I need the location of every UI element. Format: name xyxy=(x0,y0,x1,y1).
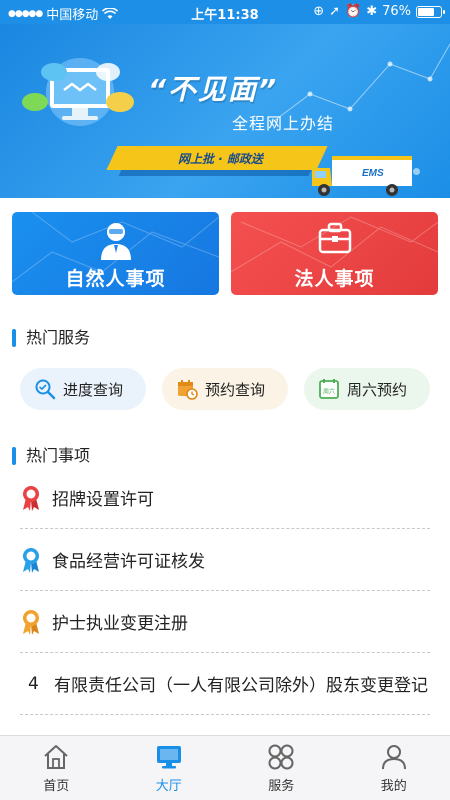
natural-person-card[interactable]: 自然人事项 xyxy=(12,212,219,295)
carousel-dot[interactable] xyxy=(400,168,407,175)
bluetooth-icon: ✱ xyxy=(366,4,378,19)
banner-headline: “不见面” xyxy=(148,73,279,106)
appointment-query-button[interactable]: 预约查询 xyxy=(162,368,288,410)
tab-mine-label: 我的 xyxy=(380,779,407,794)
hot-item-row[interactable]: 食品经营许可证核发 xyxy=(20,529,430,591)
progress-search-icon xyxy=(35,379,56,400)
saturday-calendar-icon: 周六 xyxy=(319,379,339,399)
alarm-icon: ⏰ xyxy=(345,4,362,19)
legal-entity-label: 法人事项 xyxy=(294,268,375,290)
progress-query-button[interactable]: 进度查询 xyxy=(20,368,146,410)
battery-fill xyxy=(418,7,434,16)
status-bar: ●●●●● 中国移动 上午11:38 ⊕ ➚ ⏰ ✱ 76% xyxy=(0,0,450,24)
tab-hall[interactable]: 大厅 xyxy=(113,736,226,800)
promo-banner[interactable]: “不见面” 全程网上办结 网上批 · 邮政送 EMS xyxy=(0,24,450,198)
location-icon: ➚ xyxy=(329,4,340,19)
hot-item-label: 有限责任公司（一人有限公司除外）股东变更登记 xyxy=(54,676,428,696)
status-bar-right: ⊕ ➚ ⏰ ✱ 76% xyxy=(313,4,445,19)
banner-subline: 全程网上办结 xyxy=(232,114,335,133)
progress-query-label: 进度查询 xyxy=(63,380,124,399)
carousel-indicator xyxy=(400,168,420,175)
user-icon xyxy=(381,745,406,770)
person-icon xyxy=(100,223,131,260)
hot-item-label: 护士执业变更注册 xyxy=(52,614,188,634)
tab-bar: 首页 大厅 服务 我的 xyxy=(0,735,450,800)
briefcase-icon xyxy=(318,222,351,254)
hot-item-rank: 4 xyxy=(28,673,39,694)
banner-ribbon-text: 网上批 · 邮政送 xyxy=(178,152,263,166)
saturday-appointment-label: 周六预约 xyxy=(347,380,408,399)
monitor-icon xyxy=(156,746,181,769)
battery-icon xyxy=(416,5,445,18)
tab-home-label: 首页 xyxy=(43,779,70,794)
saturday-appointment-button[interactable]: 周六 周六预约 xyxy=(304,368,430,410)
legal-entity-card[interactable]: 法人事项 xyxy=(231,212,438,295)
tab-services-label: 服务 xyxy=(268,779,295,794)
orange-award-icon xyxy=(23,609,39,635)
blue-award-icon xyxy=(23,547,39,573)
delivery-truck-icon: EMS xyxy=(312,156,412,196)
banner-ribbon-shadow xyxy=(118,170,312,176)
tab-mine[interactable]: 我的 xyxy=(338,736,450,800)
natural-person-label: 自然人事项 xyxy=(65,268,166,290)
home-icon xyxy=(44,745,68,769)
hot-item-row[interactable]: 招牌设置许可 xyxy=(20,467,430,529)
orientation-lock-icon: ⊕ xyxy=(313,4,325,19)
carousel-dot[interactable] xyxy=(413,168,420,175)
grid-icon xyxy=(268,744,294,770)
hot-item-row[interactable]: 4 有限责任公司（一人有限公司除外）股东变更登记 xyxy=(20,653,430,715)
hot-services-title: 热门服务 xyxy=(12,327,90,349)
truck-ems-label: EMS xyxy=(362,168,384,179)
hot-item-label: 食品经营许可证核发 xyxy=(52,552,205,572)
online-service-illustration xyxy=(22,58,134,126)
hot-item-label: 招牌设置许可 xyxy=(52,490,154,510)
appointment-query-label: 预约查询 xyxy=(205,380,266,399)
hot-item-row[interactable]: 护士执业变更注册 xyxy=(20,591,430,653)
tab-hall-label: 大厅 xyxy=(155,779,182,794)
calendar-clock-icon xyxy=(178,380,198,400)
saturday-calendar-text: 周六 xyxy=(323,388,335,396)
battery-percent: 76% xyxy=(382,4,411,19)
hot-items-title: 热门事项 xyxy=(12,445,90,467)
tab-services[interactable]: 服务 xyxy=(225,736,338,800)
tab-home[interactable]: 首页 xyxy=(0,736,113,800)
red-award-icon xyxy=(23,485,39,511)
